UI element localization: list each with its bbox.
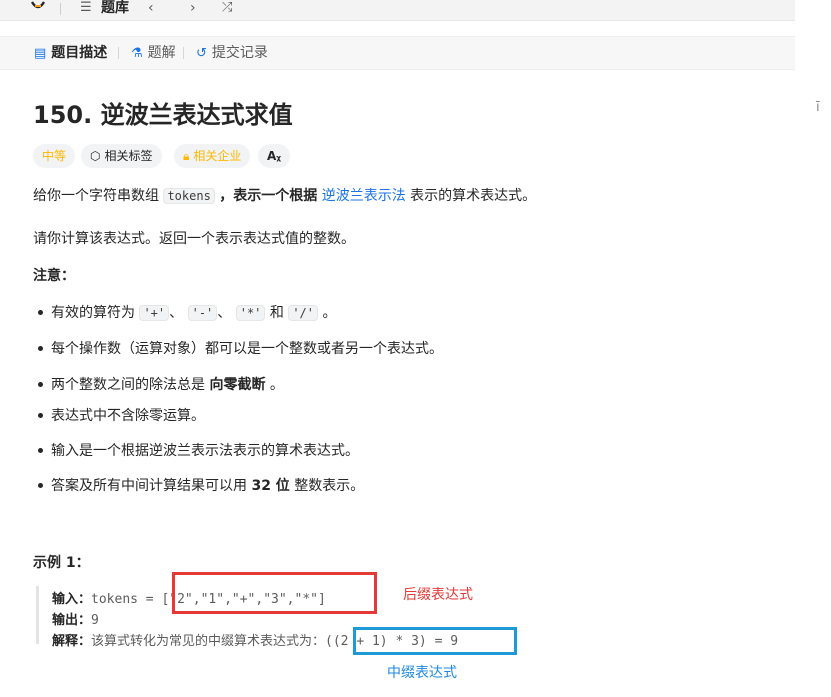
problem-bank-link[interactable]: 题库 [101,0,129,20]
toolbar-divider [60,3,61,15]
top-toolbar: ☰ 题库 ‹ › ⤮ [0,0,795,21]
bullet-icon [38,381,43,387]
note-text: 、 [169,305,184,321]
list-item: 两个整数之间的除法总是 向零截断 。 [38,374,284,394]
bullet-icon [38,447,43,453]
note-text: 。 [322,305,337,321]
note-text: 每个操作数（运算对象）都可以是一个整数或者另一个表达式。 [51,341,443,357]
desc-text: 给你一个字符串数组 [33,188,159,204]
explain-label: 解释： [52,634,92,649]
inline-code: '/' [288,305,319,321]
list-item: 每个操作数（运算对象）都可以是一个整数或者另一个表达式。 [38,338,443,358]
inline-code: '*' [235,305,266,321]
note-text: 整数表示。 [294,478,365,494]
output-label: 输出： [52,613,92,628]
example-output: 输出：9 [52,609,99,628]
description-line-1: 给你一个字符串数组 tokens ，表示一个根据 逆波兰表示法 表示的算术表达式… [33,185,536,205]
tab-solutions[interactable]: ⚗ 题解 [131,37,176,69]
note-text: 。 [269,377,284,393]
inline-code: '-' [187,305,218,321]
related-tags-button[interactable]: ⬡ 相关标签 [81,144,162,168]
tab-description-label: 题目描述 [51,45,108,61]
lock-icon: 🔒︎ [183,149,190,163]
desc-text: ，表示一个根据 [219,188,318,204]
bullet-icon [38,482,43,488]
output-value: 9 [91,613,99,628]
bullet-icon [38,412,43,418]
note-text: 表达式中不含除零运算。 [51,408,205,424]
related-companies-button[interactable]: 🔒︎ 相关企业 [174,144,251,168]
note-text: 两个整数之间的除法总是 [51,377,205,393]
list-item: 有效的算符为 '+'、 '-'、 '*' 和 '/' 。 [38,302,336,322]
note-text: 答案及所有中间计算结果可以用 [51,478,247,494]
bullet-icon [38,309,43,315]
description-line-2: 请你计算该表达式。返回一个表示表达式值的整数。 [33,231,355,247]
document-icon: ▤ [34,46,47,61]
note-text: 、 [217,305,232,321]
list-item: 输入是一个根据逆波兰表示法表示的算术表达式。 [38,440,359,460]
note-text: 和 [269,305,284,321]
translate-button[interactable]: Aᵪ [258,144,291,168]
note-title: 注意： [33,268,75,284]
next-problem-button[interactable]: › [190,0,196,20]
input-label: 输入： [52,592,92,607]
prev-problem-button[interactable]: ‹ [148,0,154,20]
inline-code: '+' [139,305,170,321]
note-text: 有效的算符为 [51,305,135,321]
desc-text: 表示的算术表达式。 [410,188,537,204]
difficulty-badge: 中等 [33,144,76,168]
infix-annotation: 中缀表达式 [387,665,457,681]
bullet-icon [38,345,43,351]
example-title: 示例 1： [33,555,90,571]
related-tags-label: 相关标签 [104,149,153,163]
postfix-highlight-box [172,572,377,614]
shuffle-icon[interactable]: ⤮ [222,0,232,20]
note-text: 向零截断 [209,377,266,393]
list-icon[interactable]: ☰ [80,0,92,20]
example-quote-bar [36,586,39,644]
clipped-edge-text: ī [816,100,820,115]
history-icon: ↺ [196,46,207,61]
tab-description[interactable]: ▤ 题目描述 [34,37,107,69]
infix-highlight-box [353,627,517,655]
tabs-bar: ▤ 题目描述 ⚗ 题解 ↺ 提交记录 [0,36,795,70]
list-item: 答案及所有中间计算结果可以用 32 位 整数表示。 [38,475,364,495]
tab-divider [118,47,119,59]
rpn-link[interactable]: 逆波兰表示法 [322,188,406,204]
related-companies-label: 相关企业 [193,149,242,163]
leetcode-logo-icon[interactable] [30,0,46,20]
problem-title: 150. 逆波兰表达式求值 [33,101,293,129]
list-item: 表达式中不含除零运算。 [38,405,205,425]
note-text: 32 位 [251,478,290,494]
tab-submissions[interactable]: ↺ 提交记录 [196,37,268,69]
tab-solutions-label: 题解 [147,45,176,61]
tab-divider [183,47,184,59]
inline-code: tokens [163,188,215,204]
tab-submissions-label: 提交记录 [211,45,268,61]
postfix-annotation: 后缀表达式 [403,587,473,603]
note-text: 输入是一个根据逆波兰表示法表示的算术表达式。 [51,443,359,459]
tag-icon: ⬡ [90,149,101,163]
flask-icon: ⚗ [131,46,143,61]
